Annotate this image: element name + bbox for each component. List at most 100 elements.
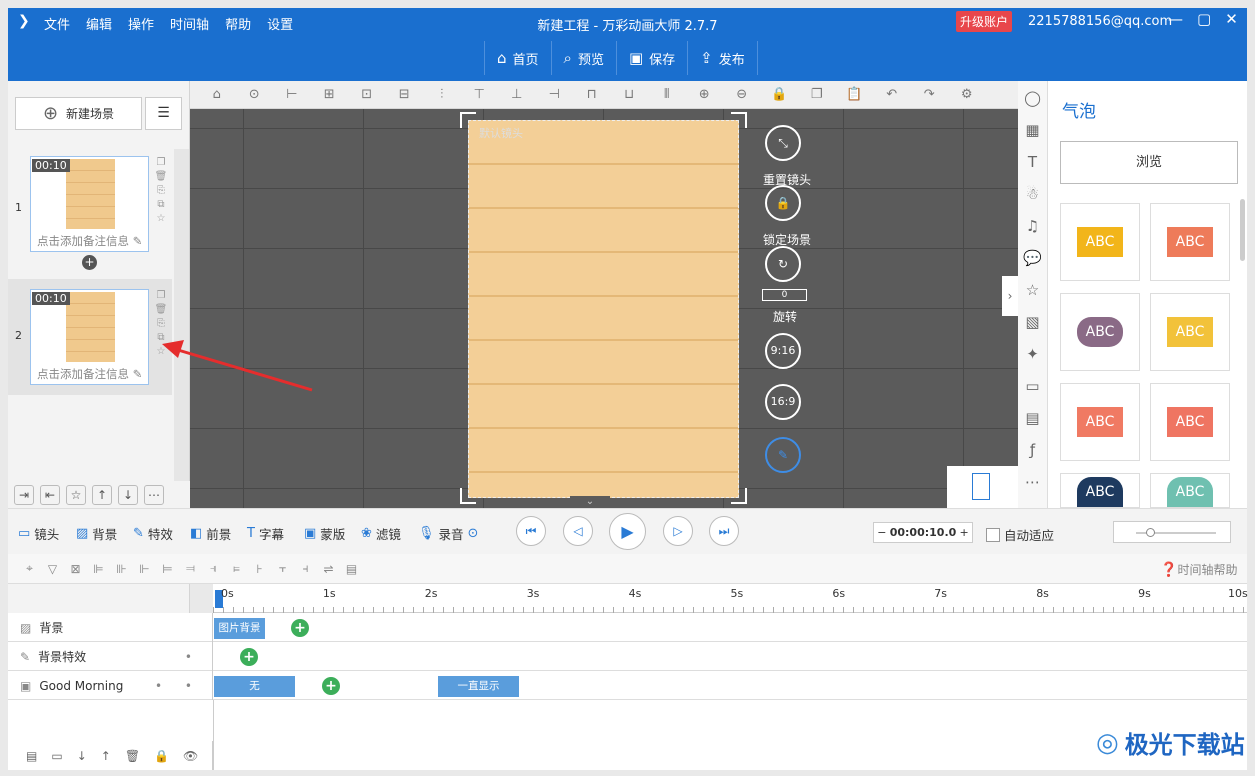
paste-icon[interactable]: 📋 bbox=[836, 87, 874, 102]
filter-icon[interactable]: ▽ bbox=[41, 562, 64, 576]
more-icon[interactable]: ⊙ bbox=[468, 526, 479, 541]
duplicate-icon[interactable]: ⧉ bbox=[154, 199, 168, 210]
copy-icon[interactable]: ❐ bbox=[154, 157, 168, 168]
zoom-in-icon[interactable]: ⊕ bbox=[686, 87, 724, 102]
align-left-icon[interactable]: ⊢ bbox=[273, 87, 311, 102]
zoom-out-icon[interactable]: ⊖ bbox=[723, 87, 761, 102]
document-icon[interactable]: ▤ bbox=[340, 562, 363, 576]
track-label[interactable]: ✎ 背景特效 • bbox=[8, 642, 213, 671]
close-button[interactable]: ✕ bbox=[1225, 10, 1238, 28]
prev-scene-button[interactable]: ⏮ bbox=[516, 516, 546, 546]
scene-item[interactable]: 2 00:10 点击添加备注信息 ✎ ❐ 🗑 ⎘ ⧉ ☆ bbox=[8, 279, 172, 395]
rotate-button[interactable]: ↻ bbox=[765, 246, 801, 282]
track-label[interactable]: ▣ Good Morning • • bbox=[8, 671, 213, 700]
timeline-clip[interactable]: 图片背景 bbox=[214, 618, 265, 639]
flash-icon[interactable]: ƒ bbox=[1030, 441, 1035, 459]
align-icon[interactable]: ⊦ bbox=[248, 562, 271, 576]
bubble-item[interactable]: ABC bbox=[1150, 203, 1230, 281]
wood-background[interactable] bbox=[468, 120, 739, 498]
scene-item[interactable]: 1 00:10 点击添加备注信息 ✎ ❐ 🗑 ⎘ ⧉ ☆ + bbox=[8, 151, 172, 270]
lock-scene-button[interactable]: 🔒 bbox=[765, 185, 801, 221]
film-icon[interactable]: ▤ bbox=[1025, 409, 1039, 427]
star-icon[interactable]: ☆ bbox=[1026, 281, 1039, 299]
filter-tool[interactable]: ❀ 滤镜 bbox=[361, 524, 401, 543]
distribute-v-icon[interactable]: ⊟ bbox=[386, 87, 424, 102]
align-icon[interactable]: ⊫ bbox=[87, 562, 110, 576]
mask-tool[interactable]: ▣ 蒙版 bbox=[304, 524, 345, 543]
account-email[interactable]: 2215788156@qq.com bbox=[1028, 14, 1172, 29]
bubble-item[interactable]: ABC bbox=[1060, 293, 1140, 371]
collapse-toggle-icon[interactable]: ⌄ bbox=[570, 496, 610, 508]
merge-icon[interactable]: ⫞ bbox=[294, 561, 317, 576]
ratio-16-9-button[interactable]: 16:9 bbox=[765, 384, 801, 420]
home-icon[interactable]: ⌂ bbox=[198, 87, 236, 102]
bubble-item[interactable]: ABC bbox=[1150, 383, 1230, 461]
align-bottom-icon[interactable]: ⊥ bbox=[498, 87, 536, 102]
character-icon[interactable]: ☃ bbox=[1026, 185, 1039, 203]
play-button[interactable]: ▶ bbox=[609, 513, 646, 550]
plus-button[interactable]: + bbox=[956, 526, 972, 539]
background-tool[interactable]: ▨ 背景 bbox=[76, 524, 117, 543]
canvas-stage[interactable]: 默认镜头 ⤡ 重置镜头 🔒 锁定场景 ↻ 0 旋转 9:16 16:9 ✎ ⌄ bbox=[190, 109, 1018, 508]
align-top-icon[interactable]: ⊤ bbox=[461, 87, 499, 102]
export-icon[interactable]: ⎘ bbox=[154, 318, 168, 329]
minus-button[interactable]: − bbox=[874, 526, 890, 539]
music-icon[interactable]: ♫ bbox=[1026, 217, 1039, 235]
bubble-item[interactable]: ABC bbox=[1060, 473, 1140, 508]
move-icon[interactable]: ⇌ bbox=[317, 562, 340, 576]
record-tool[interactable]: 🎙 录音 ⊙ bbox=[418, 524, 478, 543]
picture-icon[interactable]: ▧ bbox=[1025, 313, 1039, 331]
split-icon[interactable]: ⫟ bbox=[271, 561, 294, 576]
magic-icon[interactable]: ✦ bbox=[1026, 345, 1039, 363]
align-icon[interactable]: ⫣ bbox=[202, 561, 225, 576]
image-icon[interactable]: ▦ bbox=[1025, 121, 1039, 139]
lock-icon[interactable]: 🔒 bbox=[154, 749, 169, 763]
subtitle-tool[interactable]: T 字幕 bbox=[247, 524, 284, 543]
track-row[interactable]: ▨ 背景 图片背景 + bbox=[8, 613, 1247, 642]
text-icon[interactable]: T bbox=[1028, 153, 1037, 171]
more-icon[interactable]: ⋯ bbox=[1025, 473, 1040, 491]
timeline-help-link[interactable]: ❓时间轴帮助 bbox=[1160, 561, 1237, 578]
align-center-icon[interactable]: ⊞ bbox=[311, 87, 349, 102]
scene-note[interactable]: 点击添加备注信息 ✎ bbox=[37, 366, 142, 382]
maximize-button[interactable]: ▢ bbox=[1197, 10, 1211, 28]
minimap[interactable] bbox=[947, 466, 1018, 508]
more-icon[interactable]: ⋯ bbox=[144, 485, 164, 505]
bubble-item[interactable]: ABC bbox=[1060, 203, 1140, 281]
folder-icon[interactable]: ▭ bbox=[51, 749, 62, 763]
align-icon[interactable]: ⫢ bbox=[225, 561, 248, 576]
preview-button[interactable]: ⌕ 预览 bbox=[552, 41, 617, 75]
bubble-item[interactable]: ABC bbox=[1150, 473, 1230, 508]
scene-sort-button[interactable]: ☰ bbox=[145, 97, 182, 130]
duration-value[interactable]: 00:00:10.0 bbox=[890, 526, 957, 539]
down-arrow-icon[interactable]: ↓ bbox=[118, 485, 138, 505]
copy-icon[interactable]: ❐ bbox=[798, 87, 836, 102]
bubble-icon[interactable]: 💬 bbox=[1023, 249, 1042, 267]
clear-filter-icon[interactable]: ⊠ bbox=[64, 562, 87, 576]
align-icon[interactable]: ⊪ bbox=[110, 562, 133, 576]
shape-icon[interactable]: ◯ bbox=[1024, 89, 1041, 107]
edit-button[interactable]: ✎ bbox=[765, 437, 801, 473]
eye-icon[interactable]: 👁 bbox=[183, 749, 198, 763]
trash-icon[interactable]: 🗑 bbox=[154, 304, 168, 315]
track-row[interactable]: ✎ 背景特效 • + bbox=[8, 642, 1247, 671]
bubble-item[interactable]: ABC bbox=[1060, 383, 1140, 461]
upgrade-button[interactable]: 升级账户 bbox=[956, 11, 1013, 32]
align-h-icon[interactable]: ⫶ bbox=[423, 87, 461, 102]
scene-thumbnail[interactable]: 00:10 点击添加备注信息 ✎ bbox=[30, 156, 149, 252]
foreground-tool[interactable]: ◧ 前景 bbox=[190, 524, 231, 543]
timeline-clip[interactable]: 无 bbox=[214, 676, 295, 697]
add-clip-icon[interactable]: + bbox=[322, 677, 340, 695]
bubble-item[interactable]: ABC bbox=[1150, 293, 1230, 371]
undo-icon[interactable]: ↶ bbox=[873, 87, 911, 102]
new-scene-button[interactable]: ⊕ 新建场景 bbox=[15, 97, 142, 130]
camera-tool[interactable]: ▭ 镜头 bbox=[18, 524, 59, 543]
panel-expand-icon[interactable]: › bbox=[1002, 276, 1018, 316]
redo-icon[interactable]: ↷ bbox=[911, 87, 949, 102]
star-icon[interactable]: ☆ bbox=[154, 213, 168, 224]
autofit-checkbox[interactable]: 自动适应 bbox=[986, 525, 1054, 544]
target-icon[interactable]: ⌖ bbox=[18, 561, 41, 576]
add-scene-icon[interactable]: + bbox=[82, 255, 97, 270]
scene-note[interactable]: 点击添加备注信息 ✎ bbox=[37, 233, 142, 249]
add-folder-icon[interactable]: ▤ bbox=[26, 749, 37, 763]
